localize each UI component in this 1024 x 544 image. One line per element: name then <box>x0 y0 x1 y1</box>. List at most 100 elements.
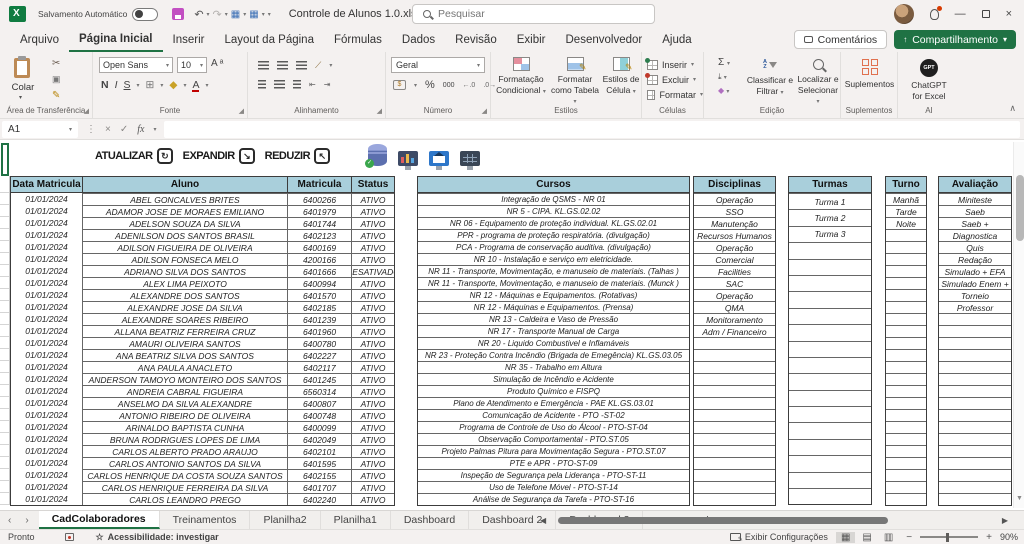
cell-turno[interactable]: Tarde <box>886 205 926 217</box>
normal-view-button[interactable]: ▦ <box>835 531 856 543</box>
table-tool-caret-icon[interactable]: ▾ <box>243 11 246 18</box>
cell-status[interactable]: ATIVO <box>351 481 394 493</box>
cell-data-matricula[interactable]: 01/01/2024 <box>11 205 82 217</box>
format-as-table-button[interactable]: ✎ Formatar como Tabela ▾ <box>549 57 601 107</box>
cell-aluno[interactable]: ALLANA BEATRIZ FERREIRA CRUZ <box>82 325 287 337</box>
cell-curso[interactable]: NR 20 - Liquido Combustivel e Inflamávei… <box>418 337 689 349</box>
cell-data-matricula[interactable]: 01/01/2024 <box>11 289 82 301</box>
orientation-icon[interactable]: ⟋ <box>315 60 321 71</box>
fill-icon[interactable]: ⤓ ▾ <box>718 72 730 82</box>
cell-data-matricula[interactable]: 01/01/2024 <box>11 481 82 493</box>
cell-avaliacao[interactable] <box>939 457 1011 469</box>
share-button[interactable]: ↑ Compartilhamento ▾ <box>894 30 1016 49</box>
cell-turno[interactable] <box>886 433 926 445</box>
align-right-icon[interactable] <box>293 80 301 89</box>
cell-aluno[interactable]: AMAURI OLIVEIRA SANTOS <box>82 337 287 349</box>
cell-turma[interactable] <box>789 438 871 455</box>
cell-aluno[interactable]: CARLOS HENRIQUE FERREIRA DA SILVA <box>82 481 287 493</box>
cell-disciplina[interactable] <box>694 421 775 433</box>
cell-data-matricula[interactable]: 01/01/2024 <box>11 493 82 505</box>
cell-aluno[interactable]: ARINALDO BAPTISTA CUNHA <box>82 421 287 433</box>
cell-turno[interactable] <box>886 349 926 361</box>
cell-data-matricula[interactable]: 01/01/2024 <box>11 337 82 349</box>
cell-turma[interactable] <box>789 455 871 471</box>
col-header-cursos[interactable]: Cursos <box>418 177 689 193</box>
accessibility-status[interactable]: ☆ Acessibilidade: investigar <box>96 532 219 543</box>
cell-status[interactable]: ATIVO <box>351 349 394 361</box>
collapse-ribbon-icon[interactable]: ∧ <box>1009 103 1016 114</box>
cell-turma[interactable]: Turma 2 <box>789 209 871 225</box>
insert-function-icon[interactable]: fx <box>137 124 144 135</box>
cell-status[interactable]: ATIVO <box>351 445 394 457</box>
cell-curso[interactable]: NR 17 - Transporte Manual de Carga <box>418 325 689 337</box>
cell-data-matricula[interactable]: 01/01/2024 <box>11 325 82 337</box>
cell-disciplina[interactable]: Adm / Financeiro <box>694 325 775 337</box>
cell-curso[interactable]: NR 11 - Transporte, Movimentação, e manu… <box>418 277 689 289</box>
bold-button[interactable]: N <box>101 79 109 91</box>
cell-disciplina[interactable] <box>694 457 775 469</box>
chatgpt-button[interactable]: GPT ChatGPT for Excel <box>898 57 960 101</box>
cell-matricula[interactable]: 6400994 <box>287 277 351 289</box>
cell-matricula[interactable]: 6401595 <box>287 457 351 469</box>
cell-turma[interactable]: Turma 1 <box>789 193 871 209</box>
cell-aluno[interactable]: ANDERSON TAMOYO MONTEIRO DOS SANTOS <box>82 373 287 385</box>
cell-curso[interactable]: Produto Químico e FISPQ <box>418 385 689 397</box>
user-avatar[interactable] <box>893 4 914 24</box>
comma-style-icon[interactable]: 000 <box>443 82 455 89</box>
cell-disciplina[interactable] <box>694 361 775 373</box>
cell-avaliacao[interactable]: Diagnostica <box>939 229 1011 241</box>
cell-matricula[interactable]: 4200166 <box>287 253 351 265</box>
cell-curso[interactable]: NR 12 - Máquinas e Equipamentos. (Rotati… <box>418 289 689 301</box>
cell-data-matricula[interactable]: 01/01/2024 <box>11 433 82 445</box>
cell-turma[interactable] <box>789 373 871 389</box>
cell-turma[interactable] <box>789 258 871 275</box>
cell-data-matricula[interactable]: 01/01/2024 <box>11 349 82 361</box>
borders-icon[interactable]: ⊞ <box>146 79 155 91</box>
cell-disciplina[interactable] <box>694 349 775 361</box>
scroll-right-icon[interactable]: ▶ <box>1002 516 1008 525</box>
cell-avaliacao[interactable]: Simulado Enem + <box>939 277 1011 289</box>
cut-icon[interactable]: ✂ <box>52 58 61 69</box>
display-settings-button[interactable]: Exibir Configurações <box>729 532 828 543</box>
cell-status[interactable]: ATIVO <box>351 493 394 505</box>
cell-data-matricula[interactable]: 01/01/2024 <box>11 373 82 385</box>
cell-curso[interactable]: Integração de QSMS - NR 01 <box>418 193 689 205</box>
cell-disciplina[interactable]: SSO <box>694 205 775 217</box>
cell-turma[interactable] <box>789 242 871 258</box>
cell-status[interactable]: DESATIVADO <box>351 265 394 277</box>
cell-avaliacao[interactable]: Professor <box>939 301 1011 313</box>
cell-status[interactable]: ATIVO <box>351 217 394 229</box>
elearning-icon[interactable] <box>429 151 449 170</box>
format-cells-button[interactable]: Formatar ▾ <box>647 87 703 102</box>
col-header-status[interactable]: Status <box>351 177 394 193</box>
align-bottom-icon[interactable] <box>296 61 307 70</box>
sheet-tab[interactable]: Treinamentos <box>160 511 251 529</box>
cell-turno[interactable] <box>886 325 926 337</box>
menu-tab[interactable]: Fórmulas <box>324 30 392 51</box>
addins-button[interactable]: Suplementos <box>841 57 898 90</box>
cell-data-matricula[interactable]: 01/01/2024 <box>11 457 82 469</box>
col-header-matricula[interactable]: Matricula <box>287 177 351 193</box>
search-box[interactable] <box>412 4 655 24</box>
cell-data-matricula[interactable]: 01/01/2024 <box>11 277 82 289</box>
cell-matricula[interactable]: 6401979 <box>287 205 351 217</box>
minimize-button[interactable]: — <box>955 8 966 20</box>
cell-curso[interactable]: Comunicação de Acidente - PTO -ST-02 <box>418 409 689 421</box>
font-size-select[interactable]: 10 ▾ <box>177 57 207 73</box>
cell-aluno[interactable]: ADENILSON DOS SANTOS BRASIL <box>82 229 287 241</box>
number-format-select[interactable]: Geral ▾ <box>391 57 485 73</box>
cell-curso[interactable]: Plano de Atendimento e Emergência - PAE … <box>418 397 689 409</box>
data-monitor-icon[interactable] <box>460 151 480 170</box>
formula-input[interactable] <box>164 120 1020 138</box>
cell-turma[interactable] <box>789 291 871 307</box>
cell-curso[interactable]: Observação Comportamental - PTO.ST.05 <box>418 433 689 445</box>
font-dialog-launcher-icon[interactable]: ◢ <box>239 107 244 115</box>
cell-disciplina[interactable] <box>694 433 775 445</box>
cell-disciplina[interactable]: Facilities <box>694 265 775 277</box>
database-icon[interactable] <box>365 144 387 168</box>
cell-matricula[interactable]: 6401239 <box>287 313 351 325</box>
zoom-slider[interactable] <box>920 533 979 541</box>
cell-aluno[interactable]: BRUNA RODRIGUES LOPES DE LIMA <box>82 433 287 445</box>
cell-aluno[interactable]: CARLOS HENRIQUE DA COSTA SOUZA SANTOS <box>82 469 287 481</box>
cell-disciplina[interactable] <box>694 481 775 493</box>
